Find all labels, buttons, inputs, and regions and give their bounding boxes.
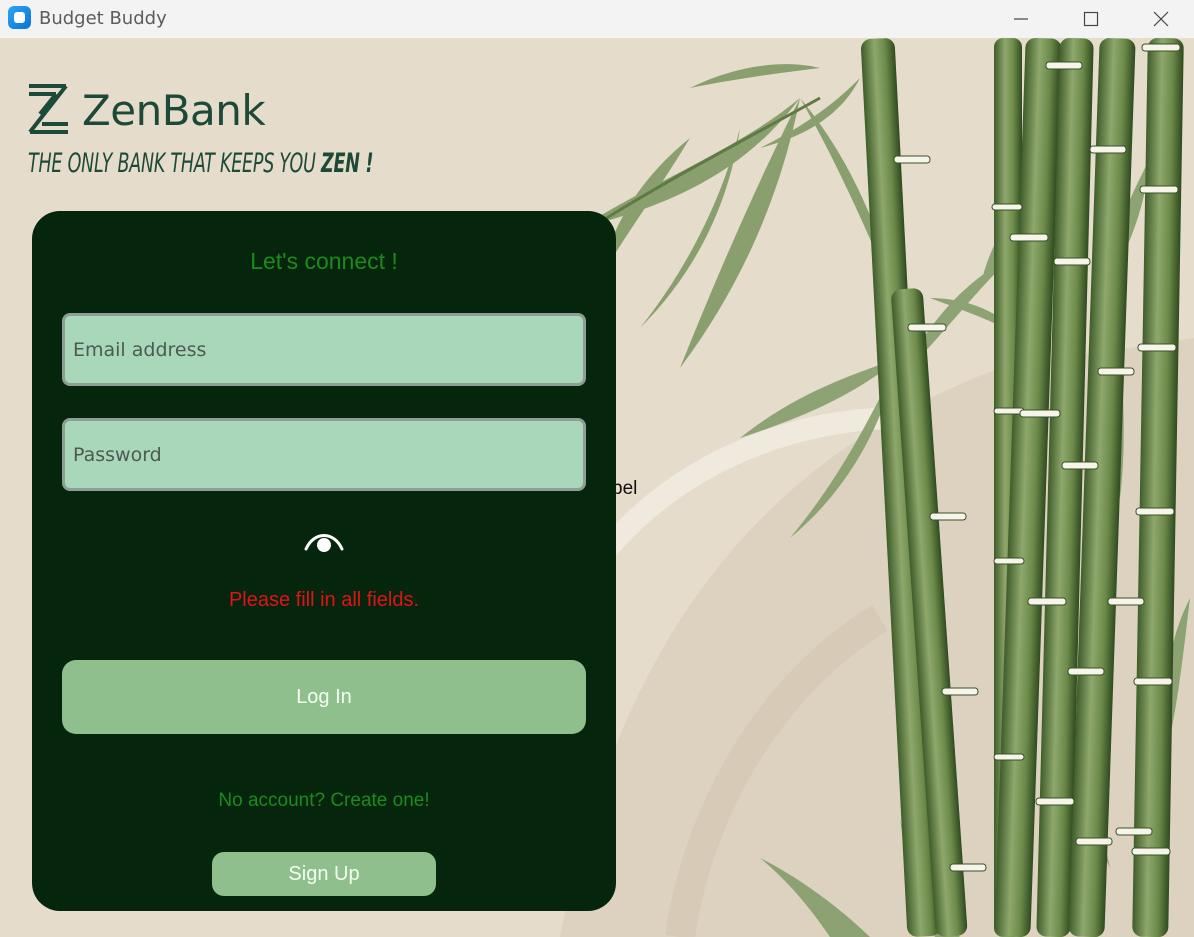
brand-tagline: THE ONLY BANK THAT KEEPS YOU ZEN ! <box>28 148 373 179</box>
brand-logo: ZenBank <box>26 82 266 138</box>
maximize-icon <box>1083 11 1099 27</box>
login-button[interactable]: Log In <box>62 660 586 734</box>
password-field[interactable]: Password <box>62 418 586 491</box>
password-placeholder: Password <box>73 443 162 466</box>
brand-name: ZenBank <box>82 85 266 135</box>
minimize-button[interactable] <box>986 0 1056 38</box>
close-button[interactable] <box>1126 0 1194 38</box>
email-field[interactable]: Email address <box>62 313 586 386</box>
maximize-button[interactable] <box>1056 0 1126 38</box>
eye-icon[interactable] <box>304 527 344 555</box>
minimize-icon <box>1014 18 1028 20</box>
tagline-text: THE ONLY BANK THAT KEEPS YOU <box>28 148 322 179</box>
tagline-emphasis: ZEN ! <box>321 148 374 179</box>
error-message: Please fill in all fields. <box>228 589 420 611</box>
window-title: Budget Buddy <box>39 8 167 29</box>
title-bar: Budget Buddy <box>0 0 1194 38</box>
login-heading: Let's connect ! <box>250 248 398 274</box>
email-placeholder: Email address <box>73 338 207 361</box>
close-icon <box>1153 11 1169 27</box>
signup-button[interactable]: Sign Up <box>212 852 436 896</box>
no-account-text: No account? Create one! <box>218 790 430 811</box>
login-card: Let's connect ! Email address Password P… <box>32 211 616 911</box>
app-icon <box>8 6 31 29</box>
zenbank-logo-icon <box>28 84 68 134</box>
